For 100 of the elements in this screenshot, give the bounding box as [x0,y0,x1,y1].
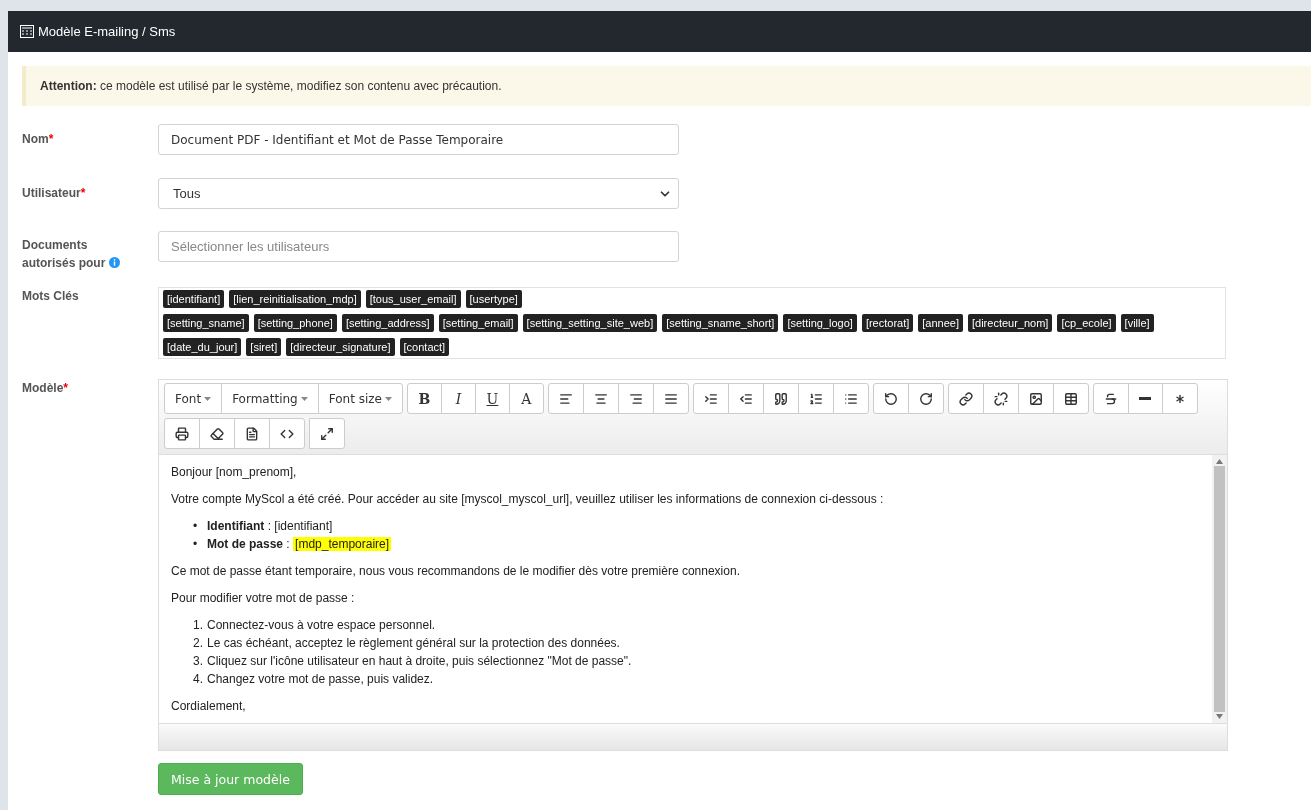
field-label: Mots Clés [22,288,80,305]
field-label: Modèle* [22,380,69,397]
print-icon [175,426,189,441]
table-icon [1063,391,1078,406]
keyword-tag[interactable]: [setting_phone] [253,314,337,332]
outdent-button[interactable] [727,383,764,414]
keyword-tag[interactable]: [contact] [399,338,450,356]
document-button[interactable] [234,418,270,449]
field-label: Documents autorisés pour [22,231,122,287]
align-justify-button[interactable] [652,383,689,414]
user-select[interactable]: Tous [158,178,679,209]
name-field[interactable]: Document PDF - Identifiant et Mot de Passe Temporaire [158,124,679,155]
bullet: • [193,536,199,553]
quote-icon [773,391,788,406]
align-left-button[interactable] [547,383,584,414]
keyword-tag[interactable]: [cp_ecole] [1057,314,1116,332]
outdent-icon [738,391,753,406]
keyword-tag[interactable]: [identifiant] [163,290,225,308]
scrollbar[interactable] [1212,455,1227,723]
toolbar-button[interactable]: A [508,383,544,414]
keyword-tag[interactable]: [siret] [246,338,282,356]
bullet-list-button[interactable] [832,383,869,414]
strikethrough-button[interactable] [1092,383,1129,414]
toolbar-dropdown[interactable]: Font [164,383,223,414]
quote-button[interactable] [762,383,799,414]
unlink-button[interactable] [982,383,1019,414]
indent-button[interactable] [692,383,729,414]
paragraph: Votre compte MyScol a été créé. Pour accéder au site [myscol_myscol_url], veuillez utiliser les informations de connexion ci-dessous : [171,491,885,508]
toolbar-button[interactable]: I [440,383,476,414]
align-right-button[interactable] [617,383,654,414]
strikethrough-icon [1103,391,1118,406]
toolbar-dropdown[interactable]: Formatting [221,383,319,414]
unlink-icon [993,391,1008,406]
scroll-up-icon[interactable] [1216,459,1223,464]
image-button[interactable] [1017,383,1054,414]
page-title: Modèle E-mailing / Sms [38,24,176,39]
scroll-down-icon[interactable] [1216,714,1223,719]
eraser-button[interactable] [199,418,235,449]
numbered-list-icon [808,391,823,406]
list-number: 3. [193,653,204,670]
align-center-icon [593,391,608,406]
link-icon [958,391,973,406]
keyword-tag[interactable]: [setting_logo] [783,314,857,332]
keyword-tag[interactable]: [setting_sname_short] [662,314,779,332]
toolbar-dropdown[interactable]: Font size [317,383,403,414]
keyword-tag[interactable]: [setting_email] [438,314,518,332]
document-icon [245,426,259,441]
keyword-tag[interactable]: [ville] [1120,314,1154,332]
bullet-list-icon [843,391,858,406]
code-button[interactable] [269,418,305,449]
paragraph: Pour modifier votre mot de passe : [171,590,356,607]
caret-icon [204,396,212,401]
align-left-icon [558,391,573,406]
bullet: • [193,518,199,535]
horizontal-rule-button[interactable] [1127,383,1163,414]
list-number: 4. [193,671,204,688]
keyword-tag[interactable]: [tous_user_email] [365,290,461,308]
numbered-list-button[interactable] [797,383,834,414]
print-button[interactable] [164,418,200,449]
align-center-button[interactable] [582,383,619,414]
users-field[interactable]: Sélectionner les utilisateurs [158,231,679,262]
keyword-tag[interactable]: [annee] [918,314,963,332]
table-button[interactable] [1052,383,1089,414]
keyword-tag[interactable]: [rectorat] [861,314,914,332]
link-button[interactable] [947,383,984,414]
align-justify-icon [663,391,678,406]
list-item: Changez votre mot de passe, puis validez. [207,671,434,688]
keyword-tag[interactable]: [setting_setting_site_web] [522,314,658,332]
keyword-tag[interactable]: [setting_sname] [163,314,249,332]
keyword-tag[interactable]: [usertype] [465,290,522,308]
paragraph: Cordialement, [171,698,247,715]
keyword-tag[interactable]: [directeur_nom] [968,314,1053,332]
undo-icon [883,391,898,406]
paragraph: Ce mot de passe étant temporaire, nous vous recommandons de le modifier dès votre première connexion. [171,563,741,580]
redo-button[interactable] [907,383,944,414]
toolbar-button[interactable]: U [474,383,510,414]
list-number: 1. [193,617,204,634]
list-item: Le cas échéant, acceptez le règlement général sur la protection des données. [207,635,620,652]
list-item: Mot de passe : [mdp_temporaire] [207,536,392,553]
keyword-tag[interactable]: [lien_reinitialisation_mdp] [229,290,361,308]
undo-button[interactable] [872,383,909,414]
fullscreen-icon [320,426,334,441]
image-icon [1028,391,1043,406]
keyword-tag[interactable]: [directeur_signature] [286,338,395,356]
fullscreen-button[interactable] [309,418,345,449]
indent-icon [703,391,718,406]
list-number: 2. [193,635,204,652]
list-item: Cliquez sur l'icône utilisateur en haut à droite, puis sélectionnez "Mot de passe". [207,653,632,670]
align-right-icon [628,391,643,406]
eraser-icon [210,426,224,441]
calculator-icon [20,25,34,38]
toolbar-button[interactable]: B [406,383,442,414]
keyword-tag[interactable]: [date_du_jour] [163,338,242,356]
info-icon [108,257,120,268]
warning-alert: Attention: ce modèle est utilisé par le système, modifiez son contenu avec précaution. [22,66,1311,106]
field-label: Utilisateur* [22,185,87,202]
caret-icon [300,396,308,401]
keyword-tag[interactable]: [setting_address] [341,314,434,332]
field-label: Nom* [22,131,55,148]
asterisk-button[interactable] [1161,383,1198,414]
